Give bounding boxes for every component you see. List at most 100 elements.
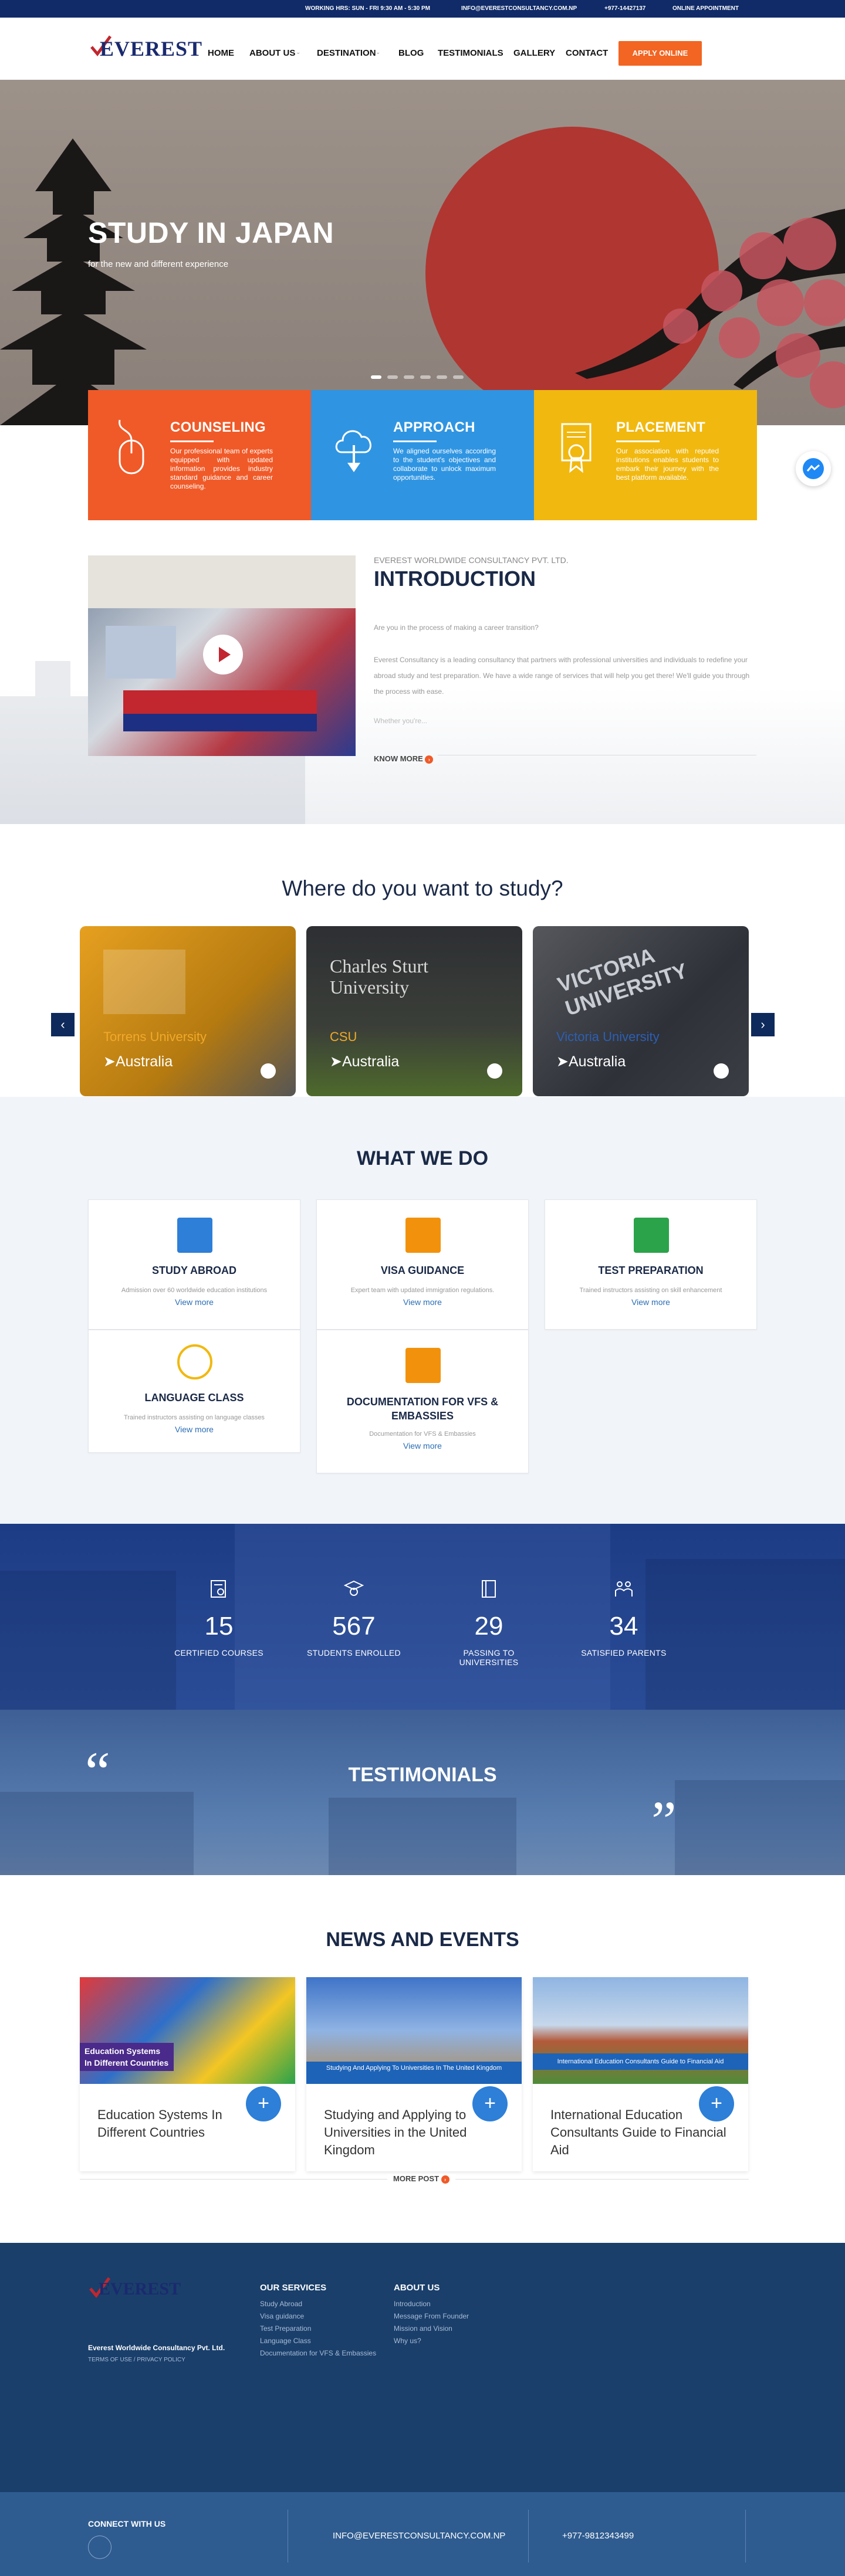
service-text: We aligned ourselves according to the st…: [393, 447, 496, 482]
footer-divider: [528, 2510, 529, 2563]
stat-certified-courses: 15 CERTIFIED COURSES: [169, 1580, 269, 1658]
nav-contact[interactable]: CONTACT: [566, 48, 608, 58]
news-card[interactable]: Studying And Applying To Universities In…: [306, 1977, 522, 2171]
university-name: CSU: [330, 1029, 357, 1044]
intro-paragraph-3: Whether you're...: [374, 717, 427, 725]
nav-home[interactable]: HOME: [208, 48, 234, 58]
view-more-link[interactable]: View more: [317, 1441, 528, 1450]
messenger-chat-button[interactable]: [796, 451, 831, 486]
card-documentation[interactable]: DOCUMENTATION FOR VFS & EMBASSIES Docume…: [316, 1330, 529, 1473]
footer-link[interactable]: Message From Founder: [394, 2310, 469, 2323]
university-name: Torrens University: [103, 1029, 207, 1044]
chevron-down-icon: ⌄: [376, 49, 381, 56]
view-more-link[interactable]: View more: [317, 1297, 528, 1307]
university-card-victoria[interactable]: VICTORIA UNIVERSITY Victoria University …: [533, 926, 749, 1096]
slider-dot[interactable]: [453, 375, 464, 379]
plus-icon[interactable]: +: [246, 2086, 281, 2121]
university-card-csu[interactable]: Charles Sturt University CSU ➤Australia: [306, 926, 522, 1096]
news-image-campus: International Education Consultants Guid…: [533, 1977, 748, 2084]
card-title: TEST PREPARATION: [598, 1265, 704, 1276]
slider-dot-active[interactable]: [371, 375, 381, 379]
card-language-class[interactable]: LANGUAGE CLASS Trained instructors assis…: [88, 1330, 300, 1453]
plus-icon[interactable]: +: [699, 2086, 734, 2121]
nav-blog[interactable]: BLOG: [398, 48, 424, 58]
stat-label: PASSING TO UNIVERSITIES: [459, 1648, 519, 1667]
footer-link[interactable]: Language Class: [260, 2335, 376, 2347]
footer-link[interactable]: Documentation for VFS & Embassies: [260, 2347, 376, 2360]
service-divider: [170, 440, 214, 442]
footer-logo[interactable]: EVEREST: [88, 2276, 182, 2302]
site-logo[interactable]: EVEREST: [89, 34, 202, 65]
carousel-prev-button[interactable]: ‹: [51, 1013, 75, 1036]
stat-label: STUDENTS ENROLLED: [307, 1648, 401, 1658]
chevron-right-icon: ›: [760, 1017, 765, 1032]
card-visa-guidance[interactable]: VISA GUIDANCE Expert team with updated i…: [316, 1199, 529, 1330]
plus-icon[interactable]: +: [472, 2086, 508, 2121]
hero-background-art: [0, 80, 845, 425]
footer-services-title: OUR SERVICES: [260, 2283, 327, 2293]
arrow-right-icon: ›: [425, 755, 434, 764]
footer-main: EVEREST Everest Worldwide Consultancy Pv…: [0, 2243, 845, 2492]
university-country: ➤Australia: [330, 1053, 400, 1070]
card-test-preparation[interactable]: TEST PREPARATION Trained instructors ass…: [545, 1199, 757, 1330]
nav-destination[interactable]: DESTINATION: [317, 48, 376, 58]
connect-title: CONNECT WITH US: [88, 2519, 166, 2528]
top-email-link[interactable]: INFO@EVERESTCONSULTANCY.COM.NP: [461, 5, 577, 12]
know-more-link[interactable]: KNOW MORE ›: [374, 754, 438, 764]
nav-testimonials[interactable]: TESTIMONIALS: [438, 48, 503, 58]
victoria-sign-text: VICTORIA UNIVERSITY: [555, 943, 691, 1021]
view-more-link[interactable]: View more: [89, 1425, 300, 1434]
footer-link[interactable]: Visa guidance: [260, 2310, 376, 2323]
view-more-link[interactable]: View more: [545, 1297, 756, 1307]
carousel-next-button[interactable]: ›: [751, 1013, 775, 1036]
terms-privacy-link[interactable]: TERMS OF USE / PRIVACY POLICY: [88, 2357, 185, 2363]
arrow-right-icon: ›: [441, 2175, 449, 2184]
footer-link[interactable]: Introduction: [394, 2298, 469, 2310]
news-card[interactable]: Education Systems In Different Countries…: [80, 1977, 295, 2171]
slider-dot[interactable]: [387, 375, 398, 379]
footer-email-link[interactable]: INFO@EVERESTCONSULTANCY.COM.NP: [333, 2531, 505, 2541]
slider-dot[interactable]: [420, 375, 431, 379]
university-card-torrens[interactable]: Torrens University ➤Australia: [80, 926, 296, 1096]
family-icon: [615, 1581, 633, 1597]
stat-number: 34: [609, 1612, 638, 1640]
hero-subtitle: for the new and different experience: [88, 259, 229, 269]
slider-dot[interactable]: [404, 375, 414, 379]
footer-bottom: CONNECT WITH US INFO@EVERESTCONSULTANCY.…: [0, 2492, 845, 2576]
online-appointment-link[interactable]: ONLINE APPOINTMENT: [672, 5, 739, 12]
card-arrow-button[interactable]: [261, 1063, 276, 1079]
facebook-icon[interactable]: [88, 2536, 111, 2559]
testimonials-title: TESTIMONIALS: [348, 1764, 497, 1786]
quote-close-icon: ”: [651, 1789, 677, 1852]
service-title: PLACEMENT: [616, 419, 706, 435]
news-image-banner: Education Systems In Different Countries: [80, 2043, 174, 2071]
play-video-button[interactable]: [203, 635, 243, 674]
news-image-banner: International Education Consultants Guid…: [533, 2053, 748, 2070]
footer-link[interactable]: Why us?: [394, 2335, 469, 2347]
nav-gallery[interactable]: GALLERY: [513, 48, 555, 58]
top-phone-link[interactable]: +977-14427137: [604, 5, 645, 12]
nav-about-us[interactable]: ABOUT US: [249, 48, 295, 58]
news-title: International Education Consultants Guid…: [550, 2107, 726, 2157]
card-arrow-button[interactable]: [714, 1063, 729, 1079]
stat-students-enrolled: 567 STUDENTS ENROLLED: [304, 1580, 404, 1658]
university-country: ➤Australia: [556, 1053, 626, 1070]
book-icon: [482, 1580, 496, 1598]
footer-phone-link[interactable]: +977-9812343499: [562, 2531, 634, 2541]
footer-link[interactable]: Mission and Vision: [394, 2323, 469, 2335]
footer-link[interactable]: Test Preparation: [260, 2323, 376, 2335]
footer-divider: [745, 2510, 746, 2563]
footer-link[interactable]: Study Abroad: [260, 2298, 376, 2310]
service-title: APPROACH: [393, 419, 475, 435]
card-study-abroad[interactable]: STUDY ABROAD Admission over 60 worldwide…: [88, 1199, 300, 1330]
apply-online-button[interactable]: APPLY ONLINE: [618, 41, 702, 66]
what-we-do-section: WHAT WE DO STUDY ABROAD Admission over 6…: [0, 1097, 845, 1524]
more-post-link[interactable]: MORE POST ›: [387, 2174, 455, 2184]
footer-about-list: Introduction Message From Founder Missio…: [394, 2298, 469, 2347]
footer-about-title: ABOUT US: [394, 2283, 440, 2293]
news-card[interactable]: International Education Consultants Guid…: [533, 1977, 748, 2171]
stats-section: [0, 1524, 845, 1710]
slider-dot[interactable]: [437, 375, 447, 379]
view-more-link[interactable]: View more: [89, 1297, 300, 1307]
card-arrow-button[interactable]: [487, 1063, 502, 1079]
